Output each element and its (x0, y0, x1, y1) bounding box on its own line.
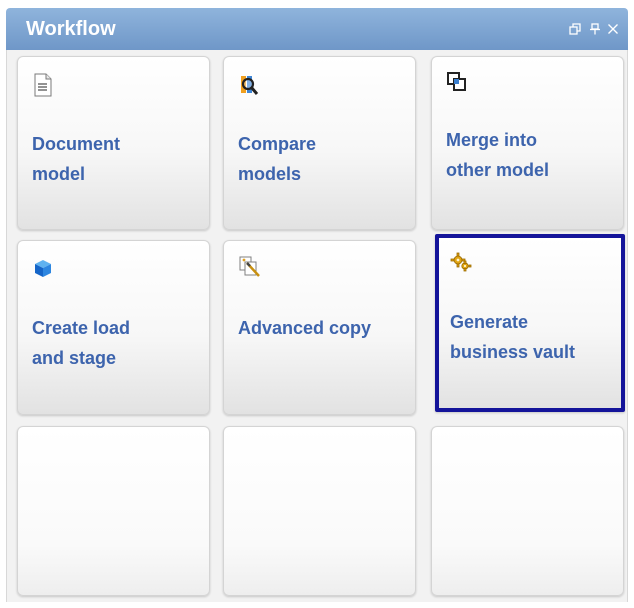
tile-advanced-copy[interactable]: Advanced copy (223, 240, 416, 415)
tile-label: Generate business vault (450, 312, 576, 362)
tile-label: Compare models (238, 134, 317, 184)
tile-label: Merge into other model (446, 130, 550, 180)
tile-create-load-and-stage[interactable]: Create load and stage (17, 240, 210, 415)
blue-cube-icon (32, 257, 54, 279)
tile-empty[interactable] (223, 426, 416, 596)
tile-empty[interactable] (431, 426, 624, 596)
panel-title: Workflow (26, 18, 116, 40)
workflow-panel: Workflow Document model Compare models M… (0, 0, 634, 608)
tile-merge-into-other-model[interactable]: Merge into other model (431, 56, 624, 230)
merge-squares-icon (446, 71, 468, 93)
copy-wand-icon (238, 255, 260, 277)
tile-compare-models[interactable]: Compare models (223, 56, 416, 230)
workflow-tile-grid: Document model Compare models Merge into… (6, 50, 628, 602)
compare-magnifier-icon (238, 73, 260, 95)
close-icon[interactable] (604, 20, 622, 38)
tile-document-model[interactable]: Document model (17, 56, 210, 230)
document-icon (32, 73, 54, 97)
tile-generate-business-vault[interactable]: Generate business vault (435, 234, 625, 412)
float-window-icon[interactable] (566, 20, 584, 38)
tile-label: Document model (32, 134, 121, 184)
tile-label: Advanced copy (238, 318, 372, 338)
tile-empty[interactable] (17, 426, 210, 596)
tile-label: Create load and stage (32, 318, 131, 368)
gear-icon (450, 251, 472, 273)
panel-title-bar: Workflow (6, 8, 628, 50)
pin-icon[interactable] (586, 20, 604, 38)
